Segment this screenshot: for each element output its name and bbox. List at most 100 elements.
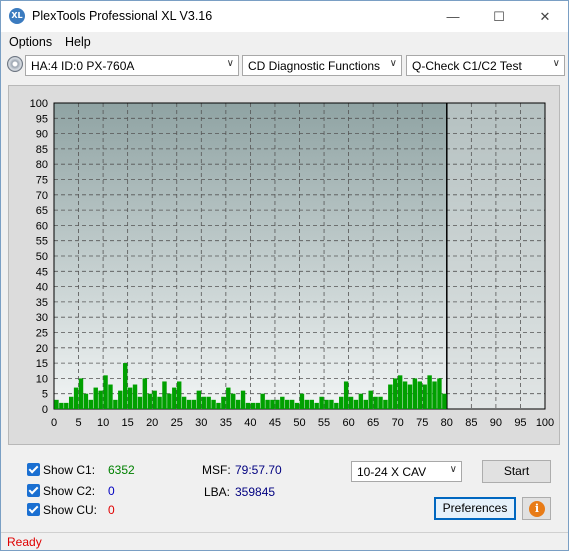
c1-bar <box>157 396 162 409</box>
y-tick-label: 40 <box>36 282 48 294</box>
x-tick-label: 0 <box>51 417 57 429</box>
x-tick-label: 85 <box>465 417 477 429</box>
c1-bar <box>250 402 256 409</box>
c1-bar <box>142 378 148 409</box>
x-tick-label: 5 <box>75 417 81 429</box>
test-select[interactable]: Q-Check C1/C2 Test ∨ <box>406 55 565 76</box>
msf-label: MSF: <box>202 463 231 477</box>
c1-bar <box>417 381 423 409</box>
show-c2-label: Show C2: <box>43 484 96 498</box>
c1-bar <box>368 390 373 409</box>
info-icon: i <box>529 501 545 517</box>
menu-options[interactable]: Options <box>9 35 52 49</box>
c1-bar <box>343 381 349 409</box>
y-tick-label: 95 <box>36 113 48 125</box>
c1-bar <box>127 387 133 409</box>
c1-bar <box>353 399 359 409</box>
y-tick-label: 80 <box>36 159 48 171</box>
x-tick-label: 20 <box>146 417 158 429</box>
c1-bar <box>88 399 94 409</box>
c1-bar <box>78 378 84 409</box>
c1-bar <box>162 381 167 409</box>
c1-bar <box>407 384 413 409</box>
c1-count: 6352 <box>108 463 135 477</box>
x-tick-label: 65 <box>367 417 379 429</box>
speed-select[interactable]: 10-24 X CAV ∨ <box>351 461 462 482</box>
bottom-panel: Show C1: 6352 Show C2: 0 Show CU: 0 MSF:… <box>8 453 560 525</box>
c1-bar <box>275 399 280 409</box>
status-text: Ready <box>7 535 42 549</box>
x-tick-label: 40 <box>244 417 256 429</box>
show-c2-checkbox[interactable] <box>27 484 40 497</box>
menu-help[interactable]: Help <box>65 35 91 49</box>
c1-bar <box>285 399 290 409</box>
x-tick-label: 55 <box>318 417 330 429</box>
window-title: PlexTools Professional XL V3.16 <box>32 9 213 23</box>
c1-bar <box>167 393 172 409</box>
c1-bar <box>221 396 226 409</box>
y-tick-label: 45 <box>36 266 48 278</box>
c1-bar <box>245 402 251 409</box>
drive-select[interactable]: HA:4 ID:0 PX-760A ∨ <box>25 55 239 76</box>
y-tick-label: 50 <box>36 251 48 263</box>
c1-bar <box>393 378 398 409</box>
c1-bar <box>54 399 59 409</box>
c1-bar <box>270 399 275 409</box>
c1-bar <box>294 402 300 409</box>
speed-select-value: 10-24 X CAV <box>357 465 427 479</box>
minimize-icon[interactable]: — <box>430 1 476 32</box>
c1-bar <box>201 396 206 409</box>
c1-bar <box>98 390 103 409</box>
x-tick-label: 90 <box>490 417 502 429</box>
c1-bar <box>147 393 152 409</box>
c1-bar <box>397 375 403 409</box>
y-tick-label: 30 <box>36 312 48 324</box>
c1-bar <box>412 378 418 409</box>
c1-bar <box>260 393 265 409</box>
chevron-down-icon: ∨ <box>552 58 560 69</box>
c1-bar <box>64 402 69 409</box>
c1-bar <box>118 390 123 409</box>
c1-bar <box>442 393 447 409</box>
y-tick-label: 20 <box>36 343 48 355</box>
close-icon[interactable]: ✕ <box>522 1 568 32</box>
c1-bar <box>211 399 216 409</box>
c1-bar <box>231 393 236 409</box>
show-cu-checkbox[interactable] <box>27 503 40 516</box>
c1-bar <box>93 387 98 409</box>
chevron-down-icon: ∨ <box>389 58 397 69</box>
c1-bar <box>329 399 334 409</box>
show-c1-label: Show C1: <box>43 463 96 477</box>
disc-drive-icon <box>7 56 23 72</box>
maximize-icon[interactable]: ☐ <box>476 1 522 32</box>
c1-bar <box>235 399 241 409</box>
x-tick-label: 30 <box>195 417 207 429</box>
chevron-down-icon: ∨ <box>226 58 234 69</box>
x-tick-label: 15 <box>122 417 134 429</box>
c2-count: 0 <box>108 484 115 498</box>
info-button[interactable]: i <box>522 497 551 520</box>
preferences-button[interactable]: Preferences <box>434 497 516 520</box>
function-select-value: CD Diagnostic Functions <box>248 59 381 73</box>
c1-bar <box>388 384 393 409</box>
x-tick-label: 80 <box>441 417 453 429</box>
start-button[interactable]: Start <box>482 460 551 483</box>
function-select[interactable]: CD Diagnostic Functions ∨ <box>242 55 402 76</box>
c1-bar <box>427 375 432 409</box>
lba-value: 359845 <box>235 485 276 499</box>
c1-bar <box>137 396 143 409</box>
x-tick-label: 35 <box>220 417 232 429</box>
y-tick-label: 35 <box>36 297 48 309</box>
c1-bar <box>422 384 427 409</box>
lba-label: LBA: <box>204 485 231 499</box>
c1-bar <box>68 396 74 409</box>
c1-bar <box>314 402 319 409</box>
c1-bar <box>108 384 113 409</box>
show-c1-checkbox[interactable] <box>27 463 40 476</box>
y-tick-label: 60 <box>36 220 48 232</box>
c1-bar <box>216 402 221 409</box>
c1-bar <box>83 393 89 409</box>
c1-bar <box>226 387 231 409</box>
y-tick-label: 0 <box>42 404 48 416</box>
c1-bar <box>122 363 128 409</box>
